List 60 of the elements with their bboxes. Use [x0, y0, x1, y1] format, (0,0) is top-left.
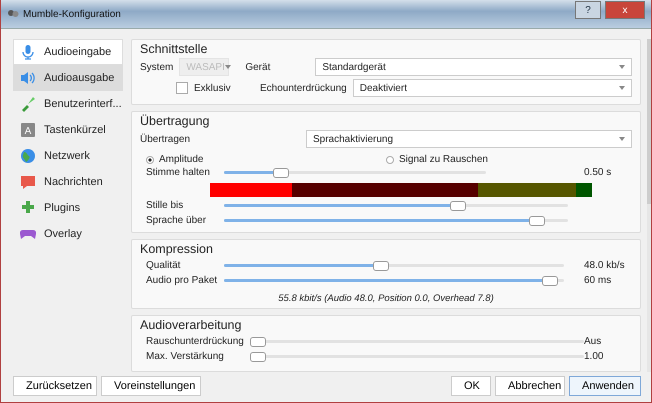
section-title: Audioverarbeitung — [140, 318, 242, 332]
silence-slider[interactable] — [224, 200, 568, 210]
radio-button[interactable] — [146, 156, 154, 164]
slider-value: 1.00 — [584, 351, 604, 362]
slider-label: Max. Verstärkung — [146, 351, 225, 362]
device-dropdown[interactable]: Standardgerät — [315, 58, 632, 76]
reset-button[interactable]: Zurücksetzen — [13, 376, 97, 396]
sidebar-item[interactable]: Benutzerinterf... — [13, 91, 123, 117]
field-label: Übertragen — [140, 134, 192, 144]
slider-label: Stimme halten — [146, 167, 211, 178]
field-label: Gerät — [245, 62, 272, 72]
globe-icon — [20, 148, 36, 164]
section-title: Übertragung — [140, 114, 210, 128]
slider-label: Qualität — [146, 260, 182, 271]
slider-value: 48.0 kb/s — [584, 260, 626, 271]
field-label: System — [140, 62, 174, 72]
sidebar-item[interactable]: Plugins — [13, 195, 123, 221]
processing-slider[interactable] — [250, 352, 584, 362]
dialog-button[interactable]: Abbrechen — [495, 376, 565, 396]
close-button[interactable]: x — [605, 1, 645, 19]
slider-label: Rauschunterdrückung — [146, 336, 245, 347]
speaker-icon — [20, 70, 36, 86]
dialog-button[interactable]: Anwenden — [569, 376, 641, 396]
help-button[interactable]: ? — [575, 1, 601, 19]
sidebar-item[interactable]: Nachrichten — [13, 169, 123, 195]
sidebar-item[interactable]: Audioeingabe — [13, 39, 123, 65]
section-title: Schnittstelle — [140, 42, 208, 56]
dialog-button[interactable]: OK — [451, 376, 491, 396]
radio-button[interactable] — [386, 156, 394, 164]
checkbox-label: Exklusiv — [194, 82, 232, 94]
sidebar-item[interactable]: A Tastenkürzel — [13, 117, 123, 143]
window-title: Mumble-Konfiguration — [23, 8, 121, 20]
radio-label: Signal zu Rauschen — [399, 154, 488, 165]
brush-icon — [20, 96, 36, 112]
sidebar-item[interactable]: Netzwerk — [13, 143, 123, 169]
processing-slider[interactable] — [250, 336, 584, 346]
key-icon: A — [20, 122, 36, 138]
radio-label: Amplitude — [159, 154, 204, 165]
sidebar-item[interactable]: Audioausgabe — [13, 65, 123, 91]
hold-slider[interactable] — [224, 168, 486, 178]
compression-slider[interactable] — [224, 276, 564, 286]
speech-slider[interactable] — [224, 216, 568, 226]
exclusive-checkbox[interactable] — [176, 82, 188, 94]
slider-value: 60 ms — [584, 275, 612, 286]
microphone-icon — [20, 44, 36, 60]
app-icon — [7, 8, 19, 20]
slider-value: 0.50 s — [584, 167, 612, 178]
compression-slider[interactable] — [224, 260, 564, 270]
transmit-dropdown[interactable]: Sprachaktivierung — [306, 130, 632, 148]
field-label: Echounterdrückung — [260, 82, 347, 94]
defaults-button[interactable]: Voreinstellungen — [101, 376, 201, 396]
chat-icon — [20, 174, 36, 190]
slider-label: Audio pro Paket — [146, 275, 218, 286]
slider-label: Stille bis — [146, 200, 184, 211]
slider-value: Aus — [584, 336, 602, 347]
section-title: Kompression — [140, 242, 214, 256]
slider-label: Sprache über — [146, 215, 208, 226]
sidebar-item[interactable]: Overlay — [13, 221, 123, 247]
echo-dropdown[interactable]: Deaktiviert — [352, 79, 632, 97]
bitrate-summary: 55.8 kbit/s (Audio 48.0, Position 0.0, Overhead 7.8) — [278, 293, 494, 304]
